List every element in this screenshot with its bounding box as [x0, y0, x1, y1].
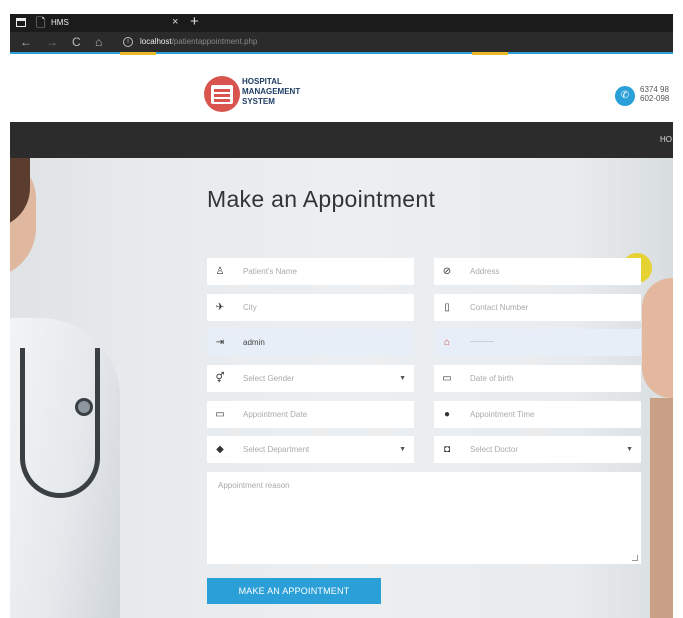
department-icon: ◆ — [216, 444, 224, 455]
contact-number-input[interactable]: ▯ Contact Number — [434, 294, 641, 321]
chevron-down-icon: ▼ — [626, 446, 633, 453]
doctor-placeholder: Select Doctor — [470, 445, 519, 454]
hospital-logo-icon[interactable] — [204, 76, 240, 112]
resize-handle-icon[interactable] — [632, 555, 638, 561]
password-value: ············ — [470, 339, 494, 345]
header-accent-bar — [120, 52, 156, 55]
background-hand — [642, 278, 673, 398]
city-placeholder: City — [243, 303, 257, 312]
appointment-reason-textarea[interactable]: Appointment reason — [207, 472, 641, 564]
department-placeholder: Select Department — [243, 445, 310, 454]
browser-tab-title[interactable]: HMS — [51, 17, 69, 29]
address-input[interactable]: ⊘ Address — [434, 258, 641, 285]
appointment-reason-placeholder: Appointment reason — [218, 481, 290, 490]
nav-home-link[interactable]: HO — [660, 122, 672, 158]
tab-close-icon[interactable]: × — [172, 15, 178, 29]
patient-name-input[interactable]: ♙ Patient's Name — [207, 258, 414, 285]
main-navbar: HO — [10, 122, 673, 158]
site-info-icon[interactable]: i — [123, 37, 133, 47]
hospital-building-icon — [211, 85, 233, 104]
appointment-time-input[interactable]: ● Appointment Time — [434, 401, 641, 428]
header-accent-bar — [472, 52, 508, 55]
appointment-date-input[interactable]: ▭ Appointment Date — [207, 401, 414, 428]
logo-line: HOSPITAL — [242, 77, 282, 86]
city-input[interactable]: ✈ City — [207, 294, 414, 321]
username-value: admin — [243, 338, 265, 347]
calendar-icon: ▭ — [215, 409, 225, 420]
chevron-down-icon: ▼ — [399, 375, 406, 382]
sign-in-icon: ⇥ — [215, 337, 225, 348]
form-title: Make an Appointment — [207, 186, 436, 212]
stethoscope — [20, 348, 100, 498]
appointment-date-placeholder: Appointment Date — [243, 410, 308, 419]
browser-tab-bar: 🗋 HMS × + — [10, 14, 673, 32]
stethoscope-chest-piece — [75, 398, 93, 416]
logo-line: MANAGEMENT — [242, 87, 301, 96]
chevron-down-icon: ▼ — [399, 446, 406, 453]
home-icon[interactable]: ⌂ — [95, 32, 102, 52]
department-select[interactable]: ◆ Select Department ▼ — [207, 436, 414, 463]
date-of-birth-input[interactable]: ▭ Date of birth — [434, 365, 641, 392]
user-icon: ♙ — [215, 266, 225, 277]
back-icon[interactable]: ← — [20, 32, 32, 52]
page-icon: 🗋 — [36, 16, 46, 30]
reload-icon[interactable]: C — [72, 32, 81, 52]
mobile-icon: ▯ — [444, 302, 450, 313]
pin-icon: ✈ — [215, 302, 225, 313]
username-input[interactable]: ⇥ admin — [207, 329, 414, 356]
password-input[interactable]: ⌂ ············ — [434, 329, 641, 356]
phone-number: 602-098 — [640, 94, 670, 103]
forward-icon[interactable]: → — [46, 32, 58, 52]
clock-icon: ● — [443, 409, 451, 420]
background-arm — [650, 398, 673, 618]
appointment-time-placeholder: Appointment Time — [470, 410, 535, 419]
doctor-select[interactable]: ◘ Select Doctor ▼ — [434, 436, 641, 463]
lock-icon: ⌂ — [443, 337, 451, 348]
date-of-birth-placeholder: Date of birth — [470, 374, 514, 383]
appointment-hero: Make an Appointment ♙ Patient's Name ⊘ A… — [10, 158, 673, 618]
site-logo-text[interactable]: HOSPITAL MANAGEMENT SYSTEM — [242, 77, 322, 107]
browser-address-bar: ← → C ⌂ i localhost/patientappointment.p… — [10, 32, 673, 52]
url-path: /patientappointment.php — [171, 37, 258, 46]
logo-line: SYSTEM — [242, 97, 275, 106]
location-icon: ⊘ — [442, 266, 452, 277]
phone-icon: ✆ — [615, 86, 635, 106]
gender-icon: ⚥ — [215, 373, 225, 384]
url-host: localhost — [140, 37, 172, 46]
address-placeholder: Address — [470, 267, 500, 276]
doctor-photo — [10, 158, 150, 618]
calendar-icon: ▭ — [442, 373, 452, 384]
gender-select[interactable]: ⚥ Select Gender ▼ — [207, 365, 414, 392]
phone-numbers: 6374 98 602-098 — [640, 85, 669, 103]
make-appointment-button[interactable]: MAKE AN APPOINTMENT — [207, 578, 381, 604]
gender-placeholder: Select Gender — [243, 374, 295, 383]
browser-window: 🗋 HMS × + ← → C ⌂ i localhost/patientapp… — [10, 14, 673, 618]
phone-number: 6374 98 — [640, 85, 669, 94]
new-tab-icon[interactable]: + — [190, 14, 199, 31]
site-header: HOSPITAL MANAGEMENT SYSTEM ✆ 6374 98 602… — [10, 52, 673, 120]
patient-name-placeholder: Patient's Name — [243, 267, 297, 276]
url-field[interactable]: localhost/patientappointment.php — [140, 32, 257, 52]
doctor-bag-icon: ◘ — [443, 444, 451, 455]
contact-number-placeholder: Contact Number — [470, 303, 529, 312]
window-menu-icon[interactable] — [16, 18, 26, 27]
